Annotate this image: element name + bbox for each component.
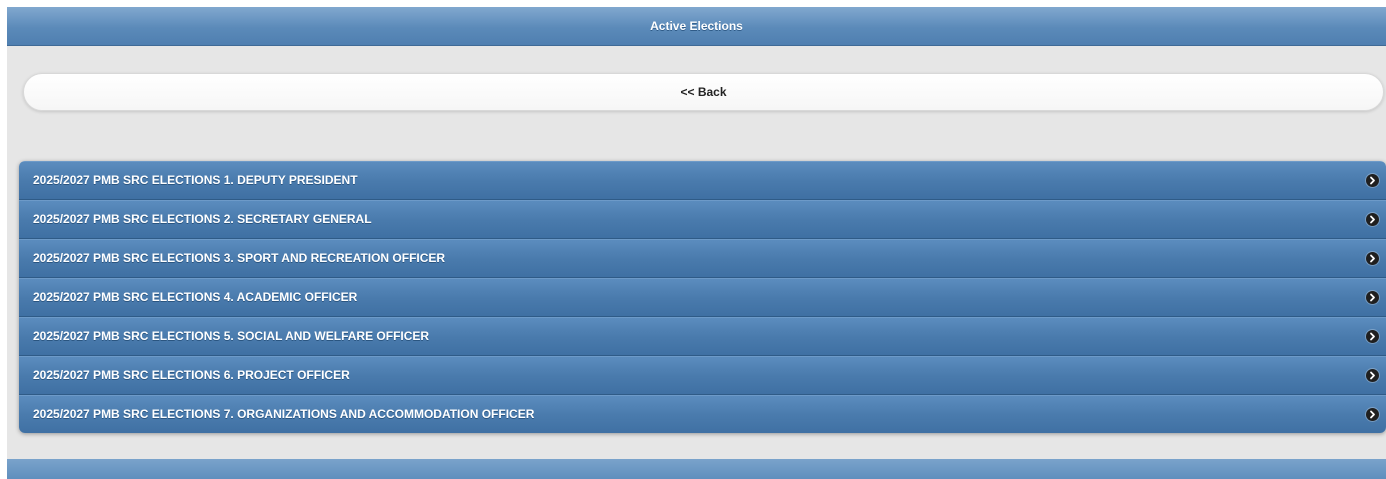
back-button[interactable]: << Back — [23, 73, 1384, 111]
election-list: 2025/2027 PMB SRC ELECTIONS 1. DEPUTY PR… — [19, 161, 1386, 433]
election-item-project-officer[interactable]: 2025/2027 PMB SRC ELECTIONS 6. PROJECT O… — [19, 356, 1386, 395]
election-item-organizations-accommodation-officer[interactable]: 2025/2027 PMB SRC ELECTIONS 7. ORGANIZAT… — [19, 395, 1386, 433]
election-item-sport-recreation-officer[interactable]: 2025/2027 PMB SRC ELECTIONS 3. SPORT AND… — [19, 239, 1386, 278]
election-label: 2025/2027 PMB SRC ELECTIONS 7. ORGANIZAT… — [33, 407, 535, 421]
chevron-right-circle-icon — [1366, 252, 1379, 265]
chevron-right-circle-icon — [1366, 291, 1379, 304]
page-header: Active Elections — [7, 7, 1386, 46]
election-label: 2025/2027 PMB SRC ELECTIONS 3. SPORT AND… — [33, 251, 446, 265]
chevron-right-circle-icon — [1366, 213, 1379, 226]
election-label: 2025/2027 PMB SRC ELECTIONS 2. SECRETARY… — [33, 212, 372, 226]
footer-bar — [7, 459, 1386, 479]
election-item-academic-officer[interactable]: 2025/2027 PMB SRC ELECTIONS 4. ACADEMIC … — [19, 278, 1386, 317]
election-item-social-welfare-officer[interactable]: 2025/2027 PMB SRC ELECTIONS 5. SOCIAL AN… — [19, 317, 1386, 356]
chevron-right-circle-icon — [1366, 369, 1379, 382]
chevron-right-circle-icon — [1366, 330, 1379, 343]
page-title: Active Elections — [650, 19, 743, 33]
chevron-right-circle-icon — [1366, 408, 1379, 421]
election-label: 2025/2027 PMB SRC ELECTIONS 5. SOCIAL AN… — [33, 329, 430, 343]
election-item-deputy-president[interactable]: 2025/2027 PMB SRC ELECTIONS 1. DEPUTY PR… — [19, 161, 1386, 200]
election-label: 2025/2027 PMB SRC ELECTIONS 4. ACADEMIC … — [33, 290, 358, 304]
election-item-secretary-general[interactable]: 2025/2027 PMB SRC ELECTIONS 2. SECRETARY… — [19, 200, 1386, 239]
page: Active Elections << Back 2025/2027 PMB S… — [7, 7, 1386, 479]
election-label: 2025/2027 PMB SRC ELECTIONS 6. PROJECT O… — [33, 368, 350, 382]
chevron-right-circle-icon — [1366, 174, 1379, 187]
election-label: 2025/2027 PMB SRC ELECTIONS 1. DEPUTY PR… — [33, 173, 358, 187]
